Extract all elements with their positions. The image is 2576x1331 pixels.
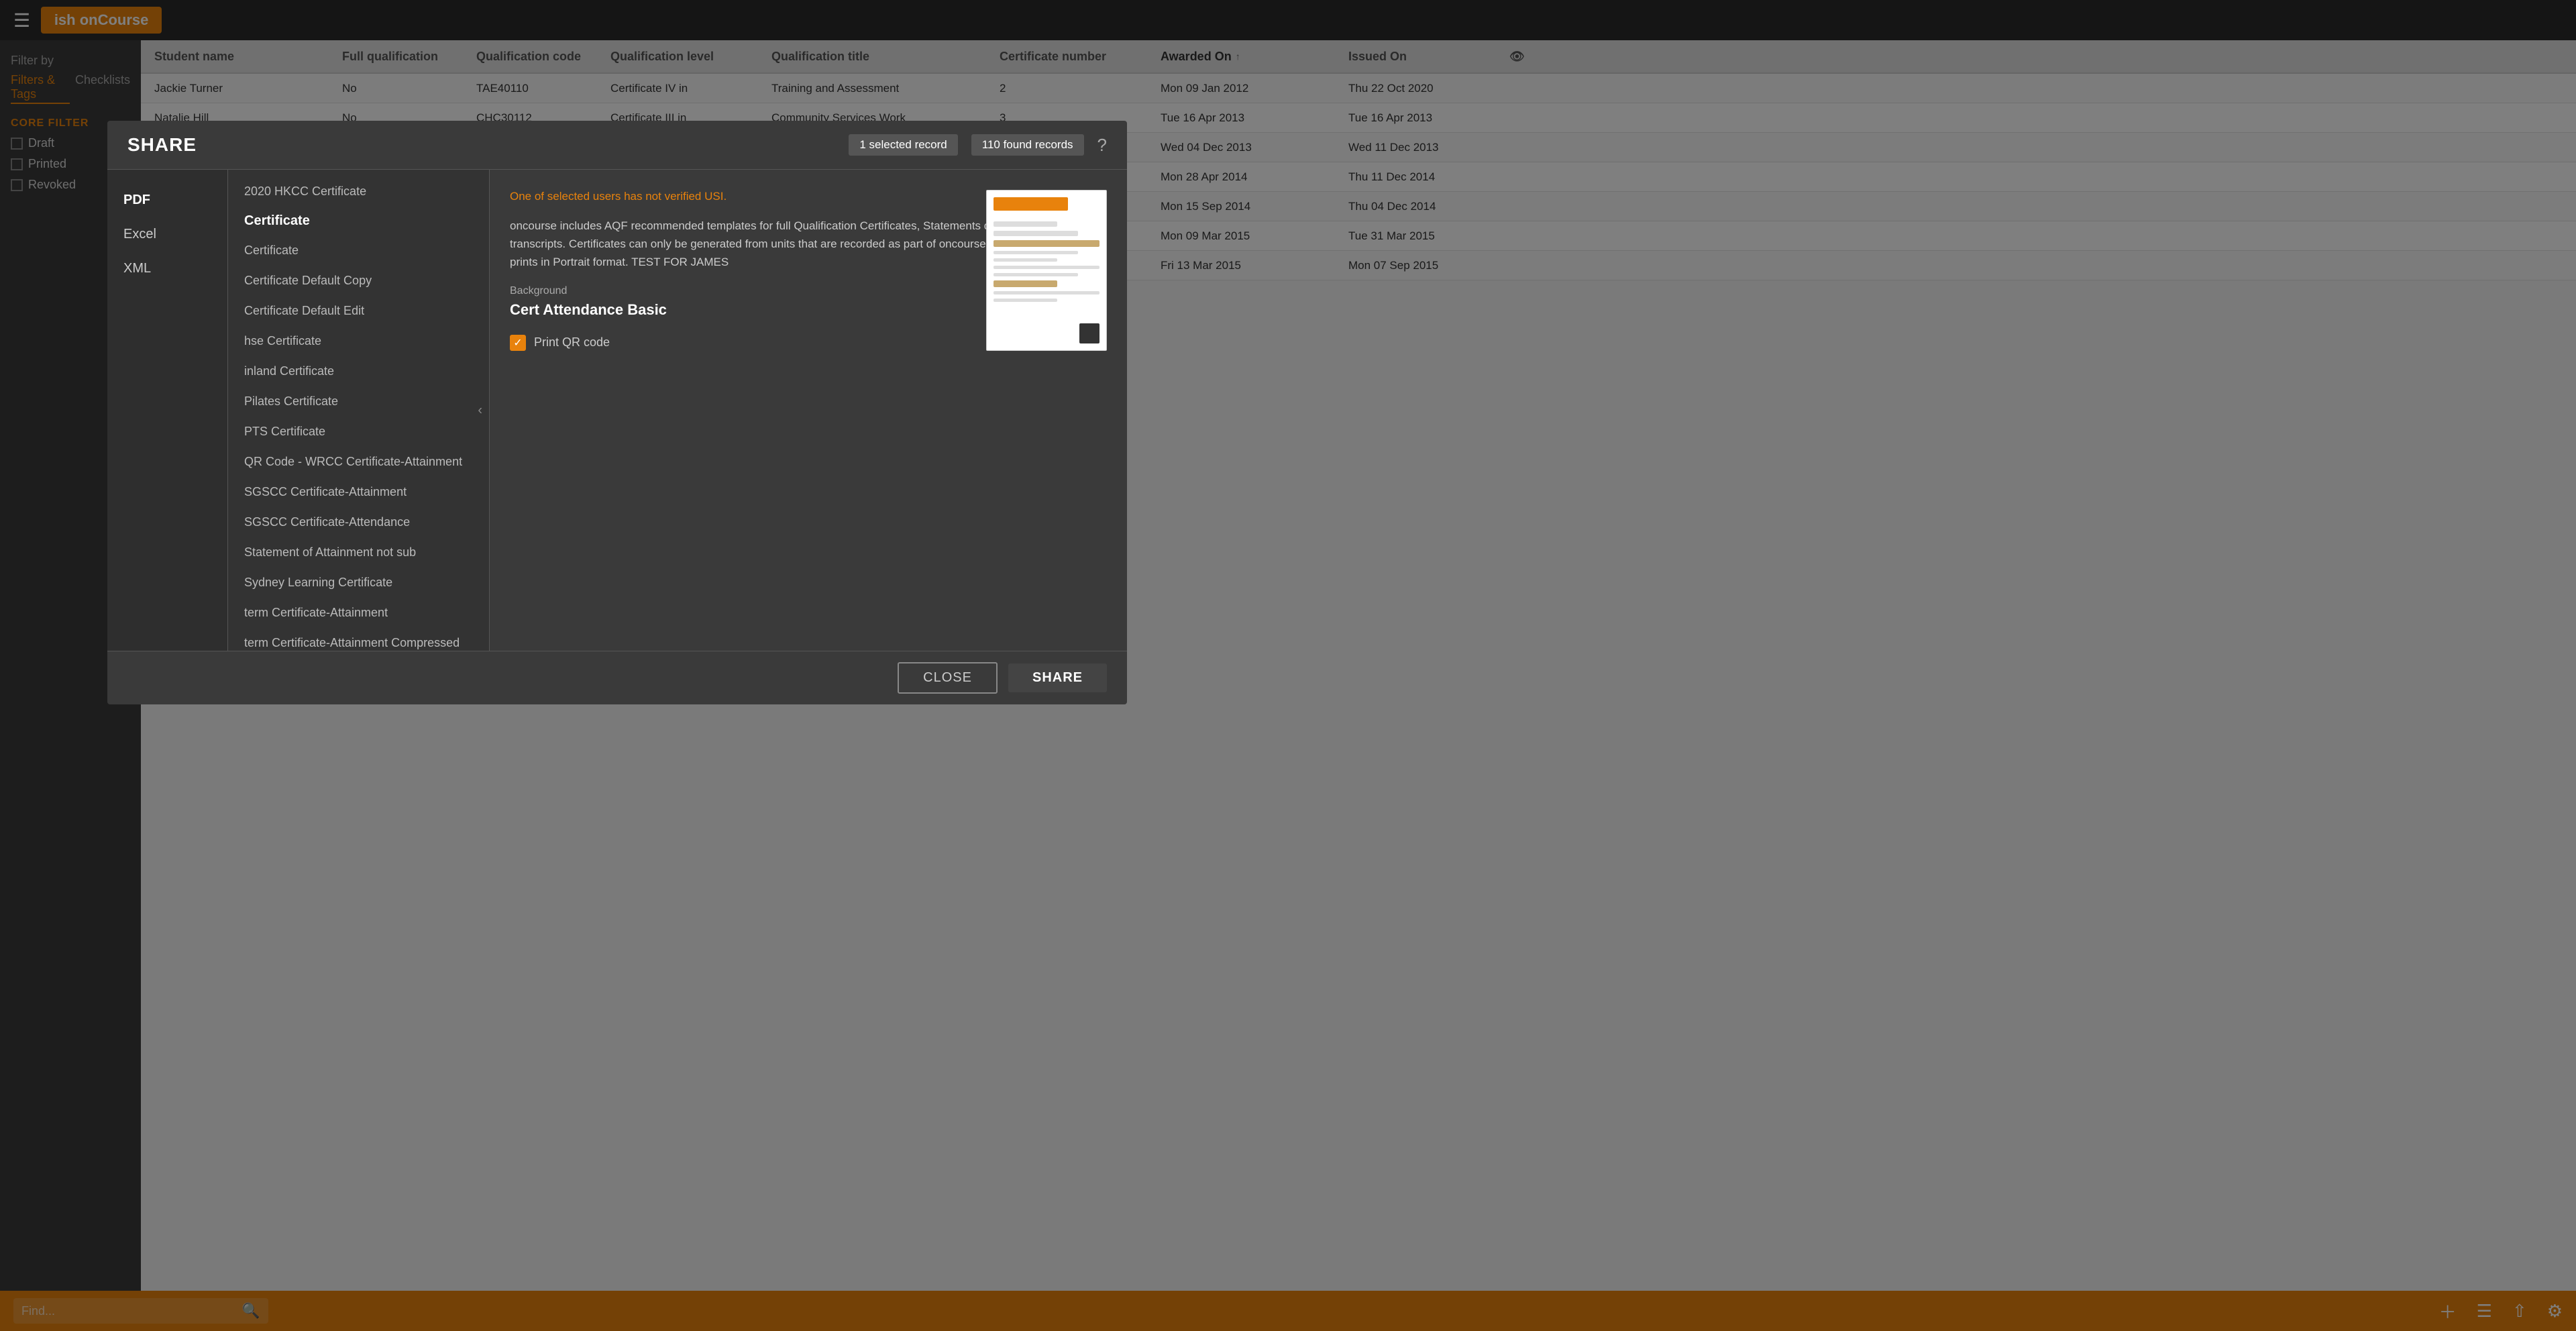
- preview-line-1: [994, 221, 1057, 227]
- template-hse-certificate[interactable]: hse Certificate: [228, 326, 489, 356]
- template-sgscc-attainment[interactable]: SGSCC Certificate-Attainment: [228, 477, 489, 507]
- template-inland-certificate[interactable]: inland Certificate: [228, 356, 489, 386]
- qr-code-label: Print QR code: [534, 335, 610, 350]
- preview-line-5: [994, 266, 1099, 269]
- template-statement-attainment-not-sub[interactable]: Statement of Attainment not sub: [228, 537, 489, 568]
- preview-line-4: [994, 258, 1057, 262]
- chevron-left-icon[interactable]: ‹: [478, 403, 482, 418]
- modal-header: SHARE 1 selected record 110 found record…: [107, 121, 1127, 170]
- preview-accent-2: [994, 280, 1057, 287]
- modal-template-panel: 2020 HKCC Certificate Certificate Certif…: [228, 170, 490, 651]
- template-sydney-learning-certificate[interactable]: Sydney Learning Certificate: [228, 568, 489, 598]
- template-pts-certificate[interactable]: PTS Certificate: [228, 417, 489, 447]
- modal-content-panel: One of selected users has not verified U…: [490, 170, 1127, 651]
- format-pdf[interactable]: PDF: [107, 183, 227, 217]
- badge-found-records: 110 found records: [971, 134, 1084, 156]
- preview-line-6: [994, 273, 1078, 276]
- template-section-header: Certificate: [228, 207, 489, 235]
- template-certificate-default-edit[interactable]: Certificate Default Edit: [228, 296, 489, 326]
- template-2020-hkcc[interactable]: 2020 HKCC Certificate: [228, 176, 489, 207]
- modal-body: PDF Excel XML 2020 HKCC Certificate Cert…: [107, 170, 1127, 651]
- format-excel[interactable]: Excel: [107, 217, 227, 252]
- preview-line-2: [994, 231, 1078, 236]
- modal-title: SHARE: [127, 134, 835, 156]
- share-button[interactable]: SHARE: [1008, 663, 1107, 692]
- print-qr-checkbox[interactable]: [510, 335, 526, 351]
- template-qr-code-wrcc[interactable]: QR Code - WRCC Certificate-Attainment: [228, 447, 489, 477]
- certificate-preview: [986, 190, 1107, 351]
- format-xml[interactable]: XML: [107, 252, 227, 286]
- template-term-certificate-attainment[interactable]: term Certificate-Attainment: [228, 598, 489, 628]
- preview-line-8: [994, 299, 1057, 302]
- preview-line-3: [994, 251, 1078, 254]
- badge-selected-records: 1 selected record: [849, 134, 957, 156]
- preview-accent-line: [994, 240, 1099, 247]
- preview-line-7: [994, 291, 1099, 295]
- share-modal: SHARE 1 selected record 110 found record…: [107, 121, 1127, 704]
- modal-footer: CLOSE SHARE: [107, 651, 1127, 704]
- template-term-certificate-attainment-compressed[interactable]: term Certificate-Attainment Compressed: [228, 628, 489, 651]
- template-sgscc-attendance[interactable]: SGSCC Certificate-Attendance: [228, 507, 489, 537]
- template-certificate-default-copy[interactable]: Certificate Default Copy: [228, 266, 489, 296]
- preview-logo: [994, 197, 1068, 211]
- preview-qr-code: [1079, 323, 1099, 343]
- template-certificate[interactable]: Certificate: [228, 235, 489, 266]
- template-pilates-certificate[interactable]: Pilates Certificate: [228, 386, 489, 417]
- modal-format-panel: PDF Excel XML: [107, 170, 228, 651]
- help-icon[interactable]: ?: [1097, 135, 1107, 156]
- close-button[interactable]: CLOSE: [898, 662, 998, 694]
